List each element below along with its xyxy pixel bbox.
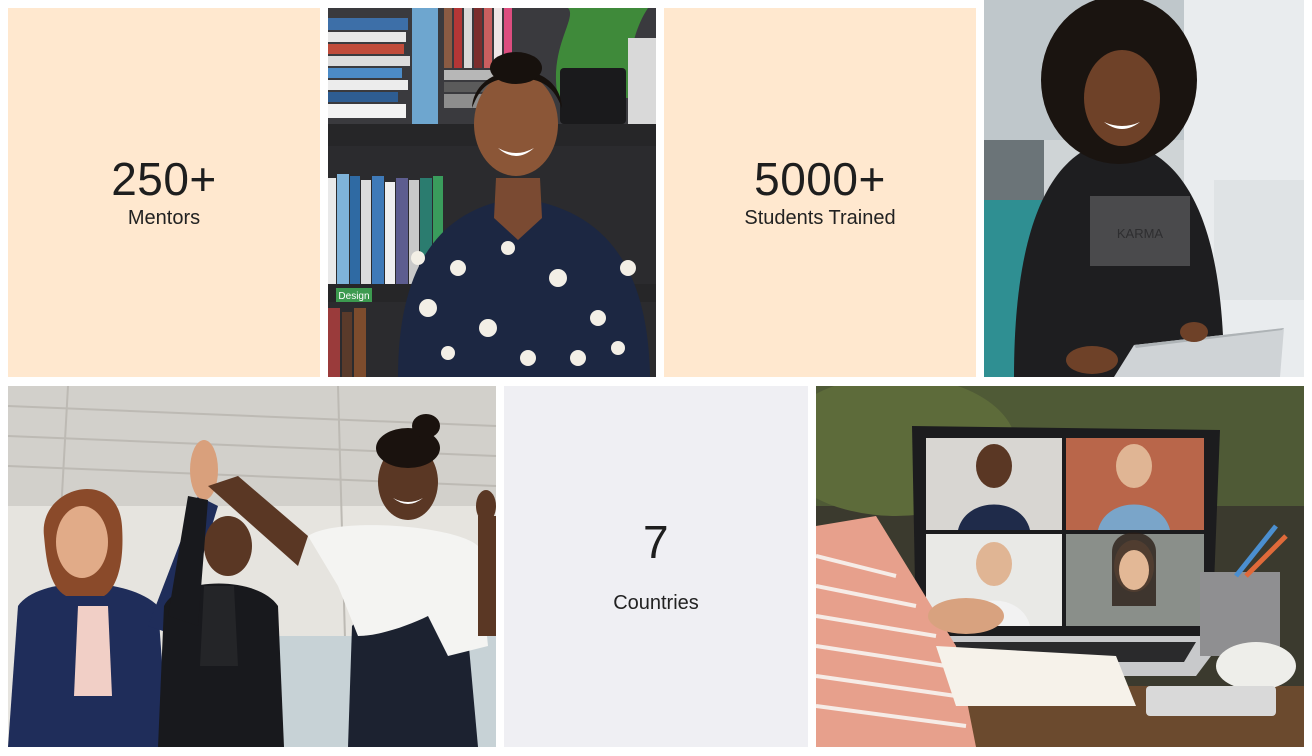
- stat-tile-mentors: 250+ Mentors: [8, 8, 320, 377]
- stat-number: 250+: [111, 152, 217, 205]
- design-book-label: Design: [338, 291, 369, 302]
- stat-tile-students-trained: 5000+ Students Trained: [664, 8, 976, 377]
- team-high-five-photo: [8, 386, 496, 747]
- stat-label: Countries: [613, 591, 699, 614]
- stat-number: 7: [642, 515, 670, 568]
- stat-tile-countries: 7 Countries: [504, 386, 808, 747]
- video-call-laptop-photo: [816, 386, 1304, 747]
- stat-number: 5000+: [754, 152, 886, 205]
- mentor-portrait-photo: Design: [328, 8, 656, 377]
- stat-label: Mentors: [127, 206, 201, 229]
- woman-with-laptop-photo: KARMA: [984, 0, 1304, 377]
- karma-shirt-text: KARMA: [1117, 226, 1164, 241]
- stat-label: Students Trained: [744, 206, 896, 229]
